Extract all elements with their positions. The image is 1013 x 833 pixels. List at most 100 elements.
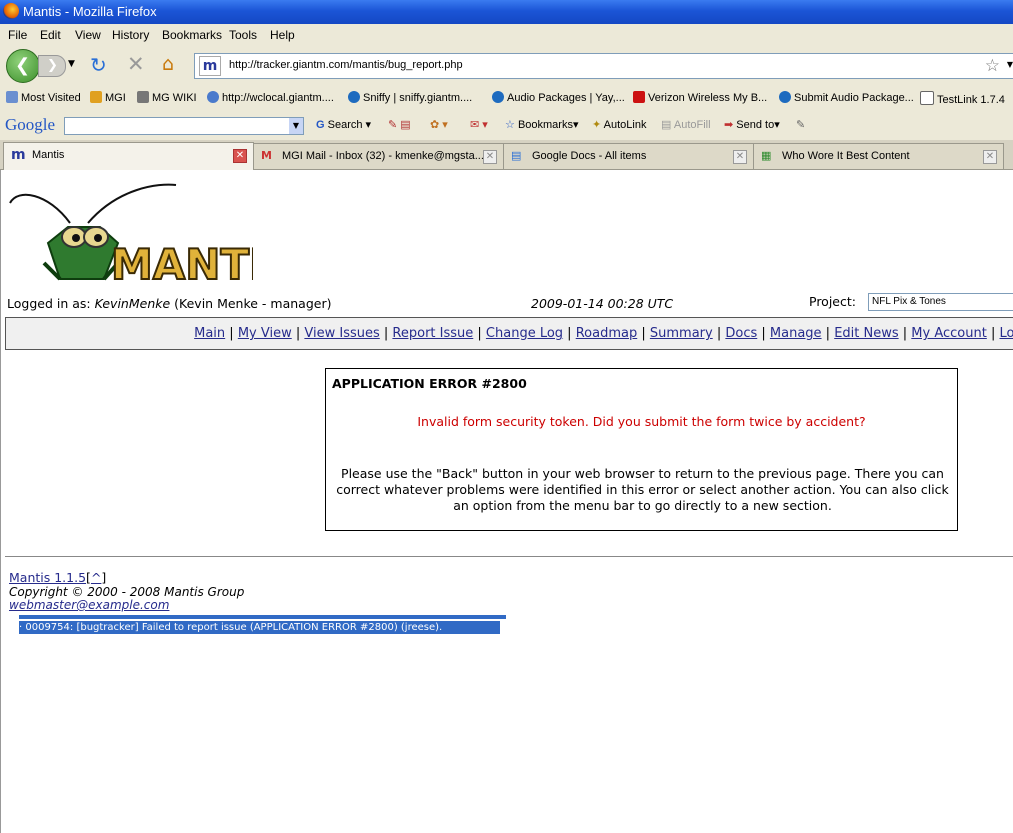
firefox-icon <box>3 3 19 19</box>
user-detail: (Kevin Menke - manager) <box>174 296 332 311</box>
selection-fragment <box>19 613 506 619</box>
current-datetime: 2009-01-14 00:28 UTC <box>531 296 674 311</box>
history-dropdown-icon[interactable]: ▼ <box>68 59 75 69</box>
chevron-down-icon[interactable]: ▼ <box>289 118 303 134</box>
menu-file[interactable]: File <box>8 28 27 42</box>
nav-docs[interactable]: Docs <box>725 326 757 341</box>
close-icon[interactable]: ✕ <box>733 150 747 164</box>
bookmark-wclocal[interactable]: http://wclocal.giantm.... <box>207 91 334 104</box>
up-link[interactable]: ^ <box>91 570 101 585</box>
url-bar[interactable]: m http://tracker.giantm.com/mantis/bug_r… <box>194 53 1013 79</box>
bookmark-mgi[interactable]: MGI <box>90 91 126 104</box>
toolbar-icon-popup[interactable]: ✿ ▾ <box>430 118 448 131</box>
nav-my-view[interactable]: My View <box>238 326 292 341</box>
google-bookmarks-button[interactable]: ☆ Bookmarks▾ <box>505 118 579 131</box>
menu-help[interactable]: Help <box>270 28 295 42</box>
bookmark-sniffy[interactable]: Sniffy | sniffy.giantm.... <box>348 91 472 104</box>
logo-text: MANTIS <box>111 240 253 287</box>
spreadsheet-icon: ▦ <box>761 149 772 162</box>
mantis-logo[interactable]: MANTIS <box>8 183 296 290</box>
reload-icon[interactable]: ↻ <box>90 53 107 77</box>
bookmarks-toolbar: Most Visited MGI MG WIKI http://wclocal.… <box>0 86 1013 110</box>
google-toolbar: Google ▼ G Search ▾ ✎ ▤ ✿ ▾ ✉ ▾ ☆ Bookma… <box>0 110 1013 140</box>
back-button[interactable]: ❮ <box>6 49 40 83</box>
send-to-button[interactable]: ➡ Send to▾ <box>724 118 780 131</box>
nav-roadmap[interactable]: Roadmap <box>576 326 638 341</box>
main-menu: Main | My View | View Issues | Report Is… <box>5 317 1013 350</box>
globe-icon <box>207 91 219 103</box>
bookmark-submit-audio[interactable]: Submit Audio Package... <box>779 91 914 104</box>
bookmark-verizon[interactable]: Verizon Wireless My B... <box>633 91 767 104</box>
site-favicon: m <box>199 56 221 76</box>
menu-view[interactable]: View <box>75 28 101 42</box>
google-search-input[interactable]: ▼ <box>64 117 304 135</box>
tab-label: Mantis <box>32 149 65 161</box>
footer-copyright: Copyright © 2000 - 2008 Mantis Group <box>9 585 245 599</box>
menu-bar: File Edit View History Bookmarks Tools H… <box>0 24 1013 46</box>
verizon-icon <box>633 91 645 103</box>
nav-summary[interactable]: Summary <box>650 326 713 341</box>
logged-in-label: Logged in as: <box>7 296 91 311</box>
tab-label: Google Docs - All items <box>532 150 647 162</box>
window-title: Mantis - Mozilla Firefox <box>23 4 157 19</box>
url-text: http://tracker.giantm.com/mantis/bug_rep… <box>229 59 463 71</box>
toolbar-icon-mail[interactable]: ✉ ▾ <box>470 118 488 131</box>
menu-tools[interactable]: Tools <box>229 28 257 42</box>
footer-email: webmaster@example.com <box>9 598 169 612</box>
login-info: Logged in as: KevinMenke (Kevin Menke - … <box>7 296 331 311</box>
nav-edit-news[interactable]: Edit News <box>834 326 898 341</box>
tab-strip: m Mantis ✕ M MGI Mail - Inbox (32) - kme… <box>0 140 1013 170</box>
star-icon[interactable]: ☆ <box>985 56 1000 76</box>
tab-mgi-mail[interactable]: M MGI Mail - Inbox (32) - kmenke@mgsta..… <box>253 143 504 169</box>
drupal-icon <box>779 91 791 103</box>
menu-bookmarks[interactable]: Bookmarks <box>162 28 222 42</box>
nav-view-issues[interactable]: View Issues <box>304 326 379 341</box>
menu-edit[interactable]: Edit <box>40 28 61 42</box>
drupal-icon <box>348 91 360 103</box>
webmaster-email-link[interactable]: webmaster@example.com <box>9 598 169 612</box>
nav-logout[interactable]: Logout <box>999 326 1013 341</box>
tab-google-docs[interactable]: ▤ Google Docs - All items ✕ <box>503 143 754 169</box>
nav-manage[interactable]: Manage <box>770 326 822 341</box>
error-help-text: Please use the "Back" button in your web… <box>336 466 949 513</box>
project-value: NFL Pix & Tones <box>872 296 946 307</box>
google-search-button[interactable]: G Search ▾ <box>316 118 371 131</box>
mgi-icon <box>90 91 102 103</box>
bookmark-mg-wiki[interactable]: MG WIKI <box>137 91 197 104</box>
close-icon[interactable]: ✕ <box>233 149 247 163</box>
menu-history[interactable]: History <box>112 28 149 42</box>
stop-icon[interactable]: ✕ <box>127 52 145 76</box>
tab-label: MGI Mail - Inbox (32) - kmenke@mgsta... <box>282 150 484 162</box>
close-icon[interactable]: ✕ <box>483 150 497 164</box>
back-arrow-icon: ❮ <box>15 55 31 76</box>
url-dropdown-icon[interactable]: ▼ <box>1007 60 1013 69</box>
star-icon: ☆ <box>505 119 515 131</box>
bookmark-audio-packages[interactable]: Audio Packages | Yay,... <box>492 91 625 104</box>
selected-text-overlay: · 0009754: [bugtracker] Failed to report… <box>19 621 500 634</box>
error-title: APPLICATION ERROR #2800 <box>332 376 527 391</box>
toolbar-icon-news[interactable]: ✎ ▤ <box>388 118 411 131</box>
username: KevinMenke <box>94 296 171 311</box>
project-select[interactable]: NFL Pix & Tones <box>868 293 1013 311</box>
autofill-button[interactable]: ▤ AutoFill <box>661 118 711 131</box>
forward-button[interactable]: ❯ <box>38 55 66 77</box>
nav-my-account[interactable]: My Account <box>911 326 987 341</box>
close-icon[interactable]: ✕ <box>983 150 997 164</box>
home-icon[interactable]: ⌂ <box>162 53 174 75</box>
tab-who-wore-it[interactable]: ▦ Who Wore It Best Content ✕ <box>753 143 1004 169</box>
project-label: Project: <box>809 294 856 309</box>
bookmark-most-visited[interactable]: Most Visited <box>6 91 81 104</box>
drupal-icon <box>492 91 504 103</box>
nav-report-issue[interactable]: Report Issue <box>392 326 473 341</box>
tab-mantis[interactable]: m Mantis ✕ <box>3 142 254 170</box>
google-logo: Google <box>5 115 56 134</box>
form-icon: ▤ <box>661 119 672 131</box>
wiki-icon <box>137 91 149 103</box>
bookmark-testlink[interactable]: TestLink 1.7.4 <box>920 91 1005 106</box>
wrench-icon[interactable]: ✎ <box>796 118 805 131</box>
gmail-icon: M <box>261 149 272 162</box>
mantis-version-link[interactable]: Mantis 1.1.5 <box>9 570 86 585</box>
nav-main[interactable]: Main <box>194 326 225 341</box>
nav-change-log[interactable]: Change Log <box>486 326 563 341</box>
autolink-button[interactable]: ✦ AutoLink <box>592 118 646 131</box>
